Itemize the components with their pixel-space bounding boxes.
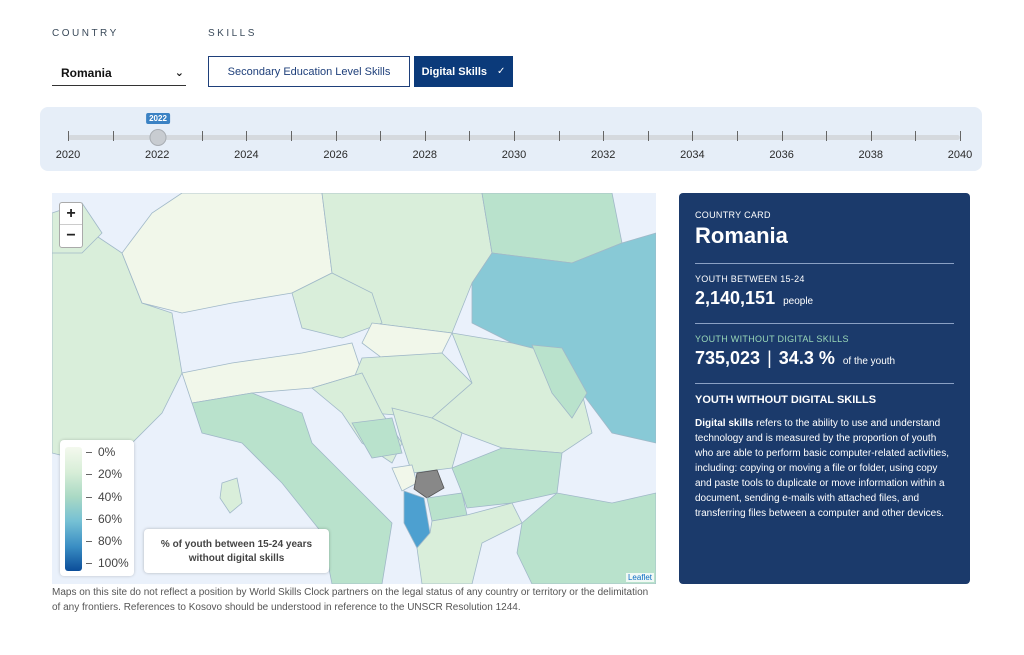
timeline-tick [246, 131, 248, 141]
timeline-tick [335, 131, 337, 141]
card-divider [695, 263, 954, 264]
timeline-year-label[interactable]: 2040 [948, 149, 972, 161]
timeline-tick [558, 131, 560, 141]
youth-unit: people [783, 296, 814, 307]
timeline-tick [112, 131, 114, 141]
timeline-year-label[interactable]: 2028 [413, 149, 437, 161]
timeline-year-label[interactable]: 2038 [859, 149, 883, 161]
timeline-tick [201, 131, 203, 141]
timeline-year-label[interactable]: 2030 [502, 149, 526, 161]
timeline-tick [781, 131, 783, 141]
timeline-tick [737, 131, 738, 141]
timeline-tick [692, 131, 694, 141]
youth-label: YOUTH BETWEEN 15-24 [695, 274, 805, 284]
digital-skills-label: Digital Skills [421, 65, 488, 78]
country-dropdown[interactable]: Romania ⌄ [52, 58, 186, 86]
legend-label-20: 20% [85, 467, 123, 481]
timeline-year-label[interactable]: 2032 [591, 149, 615, 161]
stat-separator: | [767, 348, 772, 368]
timeline-tick [870, 131, 872, 141]
legend-label-60: 60% [85, 512, 123, 526]
card-divider [695, 323, 954, 324]
map-disclaimer: Maps on this site do not reflect a posit… [52, 587, 649, 613]
without-skills-stat: 735,023 | 34.3 % of the youth [695, 348, 954, 369]
definition-body: refers to the ability to use and underst… [695, 418, 950, 519]
definition-title: YOUTH WITHOUT DIGITAL SKILLS [695, 394, 877, 406]
selected-year-tag: 2022 [146, 113, 170, 124]
country-card: COUNTRY CARD Romania YOUTH BETWEEN 15-24… [679, 193, 970, 584]
without-skills-label: YOUTH WITHOUT DIGITAL SKILLS [695, 334, 849, 344]
timeline-year-label[interactable]: 2036 [769, 149, 793, 161]
legend-label-80: 80% [85, 534, 123, 548]
chevron-down-icon: ⌄ [174, 67, 184, 79]
secondary-skills-button[interactable]: Secondary Education Level Skills [208, 56, 410, 87]
timeline-year-label[interactable]: 2034 [680, 149, 704, 161]
timeline-year-label[interactable]: 2024 [234, 149, 258, 161]
timeline-tick [826, 131, 828, 141]
timeline-year-label[interactable]: 2022 [145, 149, 169, 161]
check-icon: ✓ [497, 66, 506, 77]
card-header: COUNTRY CARD [695, 210, 771, 220]
timeline-tick [960, 131, 961, 141]
digital-skills-button[interactable]: Digital Skills ✓ [414, 56, 513, 87]
youth-stat: 2,140,151 people [695, 288, 954, 309]
without-skills-value: 735,023 [695, 348, 761, 368]
timeline-tick [647, 131, 649, 141]
timeline-tick [603, 131, 605, 141]
choropleth-map[interactable]: + − 0% 20% 40% 60% 80% 100% % of youth b… [52, 193, 656, 584]
timeline-tick [291, 131, 292, 141]
zoom-out-button[interactable]: − [60, 225, 82, 247]
leaflet-attribution-link[interactable]: Leaflet [625, 573, 654, 582]
timeline-tick [469, 131, 471, 141]
definition-text: Digital skills refers to the ability to … [695, 416, 954, 521]
definition-term: Digital skills [695, 418, 754, 429]
zoom-in-button[interactable]: + [60, 203, 82, 225]
zoom-controls: + − [59, 202, 83, 248]
timeline-tick [424, 131, 426, 141]
timeline-tick [380, 131, 382, 141]
timeline-handle[interactable] [149, 129, 167, 146]
skills-label: SKILLS [208, 28, 257, 39]
timeline-year-label[interactable]: 2020 [56, 149, 80, 161]
secondary-skills-label: Secondary Education Level Skills [227, 65, 391, 78]
timeline-year-label[interactable]: 2026 [323, 149, 347, 161]
card-country-name: Romania [695, 223, 788, 248]
card-divider [695, 383, 954, 384]
year-timeline: 2020 2022 2024 2026 2028 2030 2032 2034 2036 2038… [40, 107, 982, 171]
country-dropdown-value: Romania [61, 66, 112, 80]
map-legend: 0% 20% 40% 60% 80% 100% [60, 440, 134, 576]
without-skills-unit: of the youth [842, 356, 896, 367]
country-label: COUNTRY [52, 28, 119, 39]
timeline-tick [68, 131, 69, 141]
youth-value: 2,140,151 [695, 288, 776, 308]
map-canvas [52, 193, 656, 584]
legend-label-40: 40% [85, 490, 123, 504]
map-caption: % of youth between 15-24 years without d… [144, 529, 329, 573]
legend-label-100: 100% [86, 556, 129, 570]
without-skills-percent: 34.3 % [778, 348, 835, 368]
legend-label-0: 0% [85, 445, 116, 459]
legend-color-scale [65, 447, 82, 571]
timeline-tick [915, 131, 917, 141]
timeline-tick [514, 131, 515, 141]
